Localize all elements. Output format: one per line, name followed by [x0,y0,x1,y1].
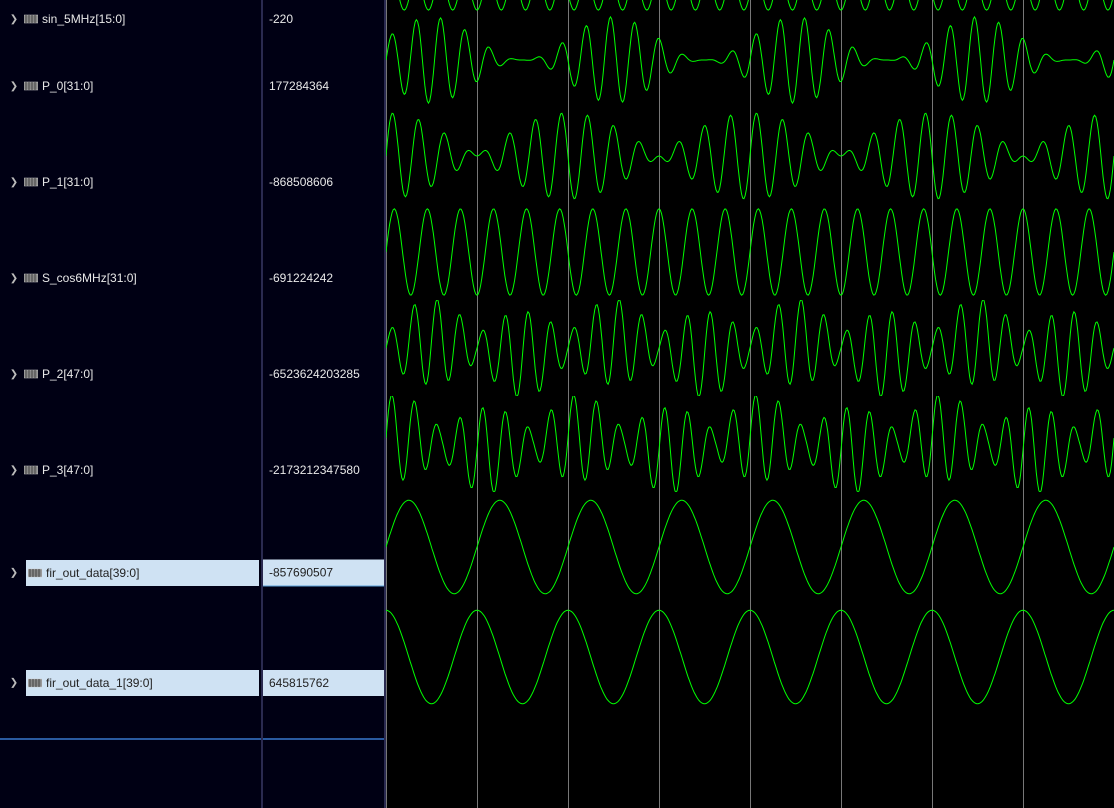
value-column-footer [263,738,384,756]
signal-name-row[interactable]: ❯ sin_5MHz[15:0] [0,0,261,38]
expand-arrow-icon[interactable]: ❯ [8,678,20,689]
waveform-row[interactable] [386,300,1114,396]
signal-value-label: 645815762 [269,676,329,690]
waveform-area[interactable] [386,0,1114,808]
waveform-row[interactable] [386,12,1114,108]
signal-value-label: -6523624203285 [269,367,360,381]
signal-value-label: 177284364 [269,79,329,93]
waveform-row[interactable] [386,492,1114,602]
signal-value-column: -220 177284364 -868508606 -691224242 -65… [263,0,386,808]
signal-value-label: -857690507 [269,566,333,580]
waveform-trace [386,396,1114,492]
waveform-trace [386,0,1114,10]
waveform-trace [386,300,1114,396]
signal-name-label: S_cos6MHz[31:0] [42,271,137,285]
signal-value-row[interactable]: -857690507 [263,518,384,628]
waveform-trace [386,500,1114,593]
signal-name-label: sin_5MHz[15:0] [42,12,125,26]
signal-name-row[interactable]: ❯ fir_out_data_1[39:0] [0,628,261,738]
signal-name-label: P_1[31:0] [42,175,93,189]
bus-signal-icon [24,80,38,92]
signal-name-row[interactable]: ❯ P_2[47:0] [0,326,261,422]
signal-value-label: -2173212347580 [269,463,360,477]
signal-name-row[interactable]: ❯ P_3[47:0] [0,422,261,518]
signal-name-row[interactable]: ❯ P_0[31:0] [0,38,261,134]
bus-signal-icon [24,272,38,284]
signal-name-label: P_3[47:0] [42,463,93,477]
expand-arrow-icon[interactable]: ❯ [8,369,20,380]
signal-value-row[interactable]: 177284364 [263,38,384,134]
waveform-trace [386,209,1114,295]
waveform-row[interactable] [386,0,1114,12]
signal-value-row[interactable]: -868508606 [263,134,384,230]
waveform-viewer: ❯ sin_5MHz[15:0] ❯ P_0[31:0] [0,0,1114,808]
signal-name-label: fir_out_data[39:0] [46,566,139,580]
signal-value-row[interactable]: -691224242 [263,230,384,326]
expand-arrow-icon[interactable]: ❯ [8,568,20,579]
signal-value-row[interactable]: 645815762 [263,628,384,738]
bus-signal-icon [24,13,38,25]
waveform-row[interactable] [386,602,1114,712]
expand-arrow-icon[interactable]: ❯ [8,14,20,25]
signal-name-row[interactable]: ❯ fir_out_data[39:0] [0,518,261,628]
waveform-trace [386,17,1114,103]
bus-signal-icon [28,567,42,579]
signal-value-row[interactable]: -6523624203285 [263,326,384,422]
signal-value-label: -868508606 [269,175,333,189]
expand-arrow-icon[interactable]: ❯ [8,177,20,188]
signal-name-row[interactable]: ❯ P_1[31:0] [0,134,261,230]
expand-arrow-icon[interactable]: ❯ [8,273,20,284]
waveform-row[interactable] [386,396,1114,492]
expand-arrow-icon[interactable]: ❯ [8,81,20,92]
expand-arrow-icon[interactable]: ❯ [8,465,20,476]
signal-name-column: ❯ sin_5MHz[15:0] ❯ P_0[31:0] [0,0,263,808]
signal-value-row[interactable]: -220 [263,0,384,38]
signal-name-label: fir_out_data_1[39:0] [46,676,153,690]
name-column-footer [0,738,261,756]
signal-value-label: -220 [269,12,293,26]
waveform-row[interactable] [386,108,1114,204]
signal-name-label: P_2[47:0] [42,367,93,381]
signal-name-row[interactable]: ❯ S_cos6MHz[31:0] [0,230,261,326]
signal-name-label: P_0[31:0] [42,79,93,93]
waveform-row[interactable] [386,204,1114,300]
bus-signal-icon [24,368,38,380]
signal-value-label: -691224242 [269,271,333,285]
signal-value-row[interactable]: -2173212347580 [263,422,384,518]
waveform-trace [386,610,1114,703]
bus-signal-icon [24,464,38,476]
bus-signal-icon [24,176,38,188]
bus-signal-icon [28,677,42,689]
waveform-trace [386,113,1114,198]
